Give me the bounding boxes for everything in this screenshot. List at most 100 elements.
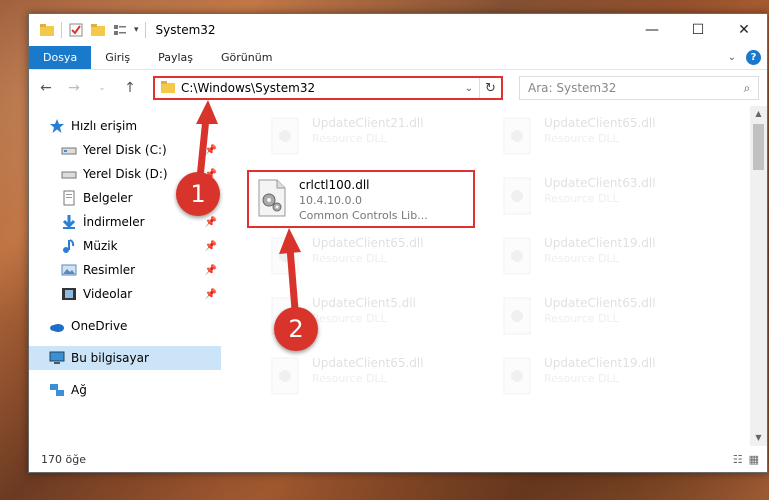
pin-icon: 📌 — [204, 144, 217, 156]
sidebar-item-label: OneDrive — [71, 319, 128, 333]
sidebar-item-local-disk-c[interactable]: Yerel Disk (C:) 📌 — [29, 138, 221, 162]
window-controls: — ☐ ✕ — [629, 14, 767, 46]
pin-icon: 📌 — [204, 264, 217, 276]
tiles-view-icon[interactable]: ▦ — [749, 453, 759, 466]
refresh-icon[interactable]: ↻ — [479, 78, 501, 98]
dll-file-icon — [255, 178, 289, 218]
recent-locations-icon[interactable]: ⌄ — [91, 77, 113, 99]
file-tile[interactable]: UpdateClient65.dll Resource DLL — [262, 230, 487, 288]
sidebar-item-label: Resimler — [83, 263, 136, 277]
details-view-icon[interactable]: ☷ — [733, 453, 743, 466]
tab-file[interactable]: Dosya — [29, 46, 92, 69]
view-options-icon[interactable] — [112, 22, 128, 38]
computer-icon — [49, 350, 65, 366]
address-bar[interactable]: C:\Windows\System32 ⌄ ↻ — [153, 76, 503, 100]
sidebar-item-network[interactable]: Ağ — [29, 378, 221, 402]
scroll-down-icon[interactable]: ▼ — [750, 430, 767, 446]
sidebar-item-this-pc[interactable]: Bu bilgisayar — [29, 346, 221, 370]
file-name: UpdateClient65.dll — [312, 236, 424, 250]
videos-icon — [61, 286, 77, 302]
toolbar-divider — [61, 22, 62, 38]
up-arrow-icon[interactable]: ↑ — [119, 77, 141, 99]
folder-icon[interactable] — [39, 22, 55, 38]
drive-icon — [61, 166, 77, 182]
close-button[interactable]: ✕ — [721, 14, 767, 46]
sidebar-item-label: Videolar — [83, 287, 133, 301]
vertical-scrollbar[interactable]: ▲ ▼ — [750, 106, 767, 446]
file-tile[interactable]: UpdateClient63.dll Resource DLL — [494, 170, 719, 228]
file-name: UpdateClient65.dll — [544, 296, 656, 310]
scroll-up-icon[interactable]: ▲ — [750, 106, 767, 122]
file-name: UpdateClient63.dll — [544, 176, 656, 190]
file-tile[interactable]: UpdateClient21.dll Resource DLL — [262, 110, 487, 168]
pin-icon: 📌 — [204, 240, 217, 252]
item-count: 170 öğe — [41, 452, 86, 466]
dll-file-icon — [500, 116, 534, 156]
sidebar-item-label: Hızlı erişim — [71, 119, 138, 133]
sidebar-item-pictures[interactable]: Resimler 📌 — [29, 258, 221, 282]
music-icon — [61, 238, 77, 254]
folder-icon — [161, 80, 175, 97]
tab-view[interactable]: Görünüm — [207, 46, 286, 69]
sidebar-item-label: İndirmeler — [83, 215, 145, 229]
highlighted-file-tile[interactable]: crlctl100.dll 10.4.10.0.0 Common Control… — [247, 170, 475, 228]
file-type: Resource DLL — [544, 372, 619, 385]
navigation-pane: Hızlı erişim Yerel Disk (C:) 📌 Yerel Dis… — [29, 106, 222, 446]
file-name: UpdateClient5.dll — [312, 296, 416, 310]
sidebar-item-label: Müzik — [83, 239, 118, 253]
address-path[interactable]: C:\Windows\System32 — [181, 81, 315, 95]
dll-file-icon — [268, 236, 302, 276]
address-dropdown-icon[interactable]: ⌄ — [459, 83, 479, 94]
step-badge-2: 2 — [274, 307, 318, 351]
tab-share[interactable]: Paylaş — [144, 46, 207, 69]
sidebar-item-videos[interactable]: Videolar 📌 — [29, 282, 221, 306]
dll-file-icon — [500, 296, 534, 336]
expand-ribbon-icon[interactable]: ⌄ — [728, 52, 736, 63]
back-arrow-icon[interactable]: ← — [35, 77, 57, 99]
sidebar-item-onedrive[interactable]: OneDrive — [29, 314, 221, 338]
file-name: UpdateClient19.dll — [544, 236, 656, 250]
sidebar-item-label: Belgeler — [83, 191, 133, 205]
sidebar-item-label: Ağ — [71, 383, 87, 397]
dll-file-icon — [268, 356, 302, 396]
file-tile[interactable]: UpdateClient65.dll Resource DLL — [494, 110, 719, 168]
file-description: Common Controls Lib... — [299, 209, 428, 222]
file-tile[interactable]: UpdateClient65.dll Resource DLL — [262, 350, 487, 408]
file-name: crlctl100.dll — [299, 178, 370, 192]
dll-file-icon — [500, 236, 534, 276]
forward-arrow-icon[interactable]: → — [63, 77, 85, 99]
star-icon — [49, 118, 65, 134]
drive-icon — [61, 142, 77, 158]
scrollbar-thumb[interactable] — [753, 124, 764, 170]
file-type: Resource DLL — [544, 132, 619, 145]
file-name: UpdateClient21.dll — [312, 116, 424, 130]
search-placeholder: Ara: System32 — [528, 81, 617, 95]
search-icon[interactable]: ⌕ — [736, 81, 758, 96]
file-tile[interactable]: UpdateClient65.dll Resource DLL — [494, 290, 719, 348]
file-type: Resource DLL — [544, 312, 619, 325]
tab-home[interactable]: Giriş — [91, 46, 144, 69]
new-folder-icon[interactable] — [90, 22, 106, 38]
customize-toolbar-icon[interactable]: ▾ — [134, 25, 139, 35]
search-input[interactable]: Ara: System32 ⌕ — [519, 76, 759, 100]
ribbon-tabs: Dosya Giriş Paylaş Görünüm ⌄ ? — [29, 46, 767, 70]
pin-icon: 📌 — [204, 288, 217, 300]
sidebar-item-quick-access[interactable]: Hızlı erişim — [29, 114, 221, 138]
file-name: UpdateClient65.dll — [544, 116, 656, 130]
dll-file-icon — [268, 116, 302, 156]
help-icon[interactable]: ? — [746, 50, 761, 65]
documents-icon — [61, 190, 77, 206]
file-tile[interactable]: UpdateClient19.dll Resource DLL — [494, 350, 719, 408]
file-type: Resource DLL — [312, 132, 387, 145]
file-type: Resource DLL — [312, 252, 387, 265]
minimize-button[interactable]: — — [629, 14, 675, 46]
dll-file-icon — [500, 176, 534, 216]
properties-icon[interactable] — [68, 22, 84, 38]
pin-icon: 📌 — [204, 216, 217, 228]
navigation-bar: ← → ⌄ ↑ C:\Windows\System32 ⌄ ↻ Ara: Sys… — [29, 70, 767, 106]
file-tile[interactable]: UpdateClient19.dll Resource DLL — [494, 230, 719, 288]
network-icon — [49, 382, 65, 398]
dll-file-icon — [500, 356, 534, 396]
sidebar-item-music[interactable]: Müzik 📌 — [29, 234, 221, 258]
maximize-button[interactable]: ☐ — [675, 14, 721, 46]
